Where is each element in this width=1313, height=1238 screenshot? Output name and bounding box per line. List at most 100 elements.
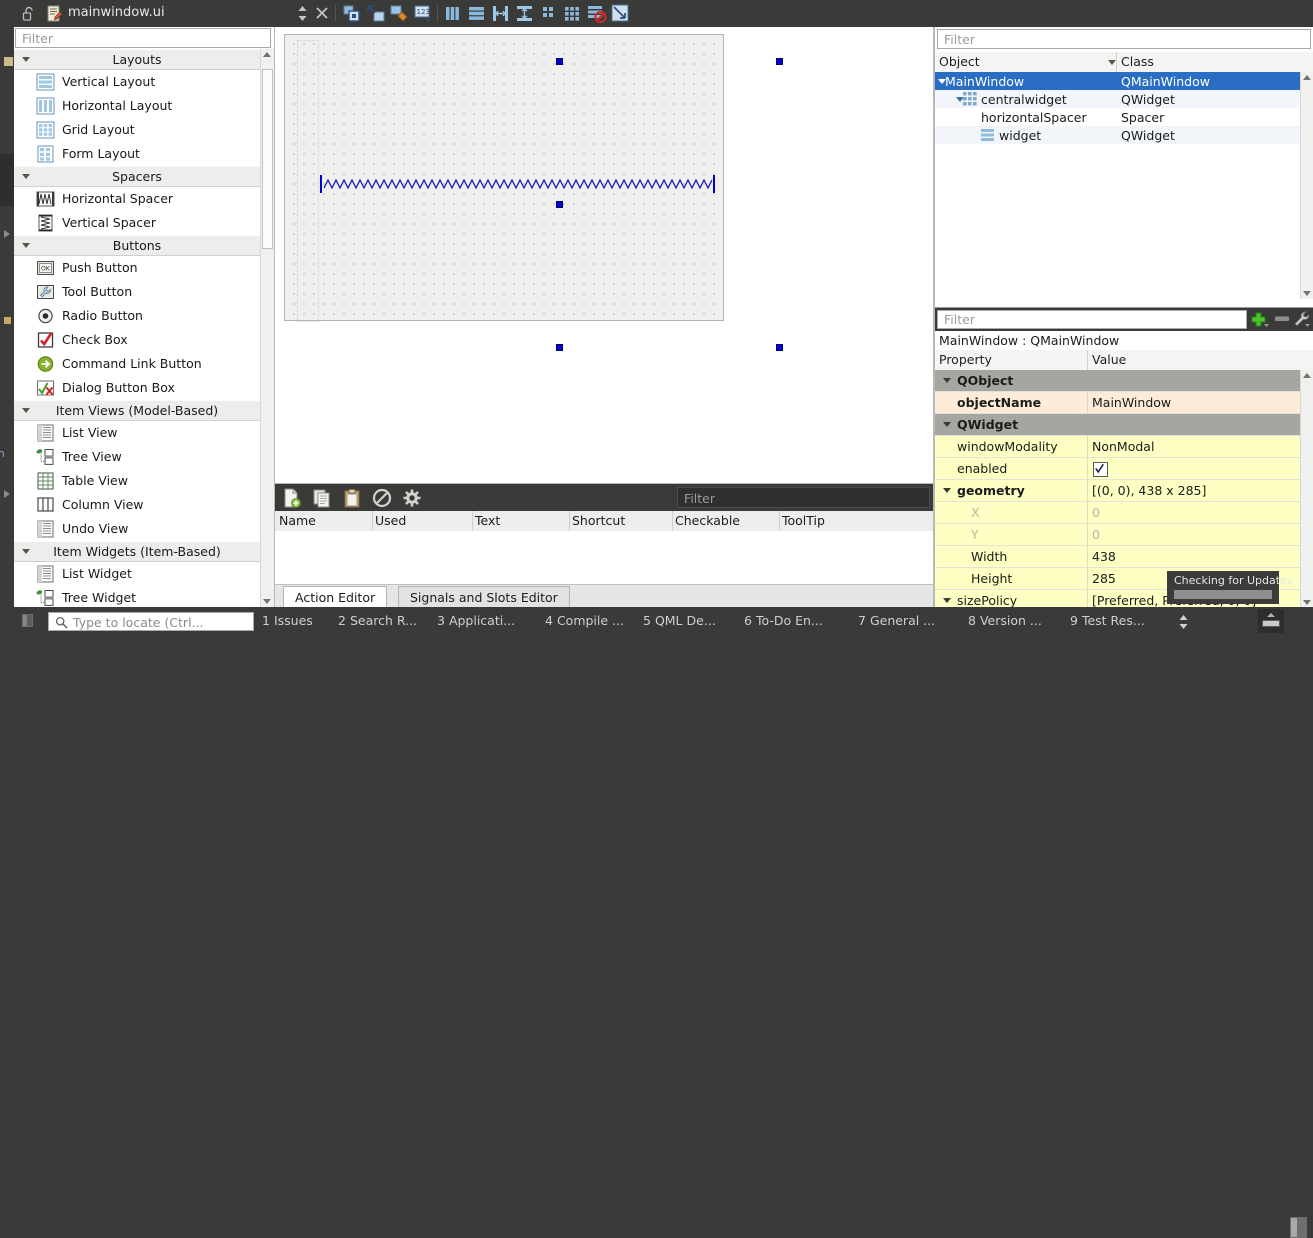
widget-item-tree-view[interactable]: Tree View [14,445,274,469]
output-tab-compile[interactable]: 4 Compile ... [545,613,624,628]
adjust-size-icon[interactable] [610,3,631,24]
strip-expand-arrow-2[interactable] [4,490,10,498]
break-layout-icon[interactable] [586,3,607,24]
widget-item-form-layout[interactable]: Form Layout [14,142,274,166]
widget-category-item-widgets-item-based[interactable]: Item Widgets (Item-Based) [14,541,274,562]
sort-descending-icon[interactable] [1108,60,1116,65]
object-row-centralwidget[interactable]: centralwidget QWidget [935,90,1301,108]
property-row-objectname[interactable]: objectName MainWindow [935,392,1301,414]
widget-item-horizontal-layout[interactable]: Horizontal Layout [14,94,274,118]
action-column-tooltip[interactable]: ToolTip [782,513,825,528]
edit-action-icon[interactable] [402,488,422,508]
scroll-down-arrow-icon[interactable] [1303,600,1311,605]
layout-splitter-horizontal-icon[interactable] [490,3,511,24]
widget-item-dialog-button-box[interactable]: Dialog Button Box [14,376,274,400]
widget-item-column-view[interactable]: Column View [14,493,274,517]
widget-box-list[interactable]: Layouts Vertical Layout Horizontal Layout G… [14,49,274,607]
layout-horizontal-icon[interactable] [442,3,463,24]
widget-item-undo-view[interactable]: Undo View [14,517,274,541]
resize-handle-top-left[interactable] [556,58,563,65]
output-tab-general[interactable]: 7 General ... [858,613,935,628]
property-filter[interactable]: Filter [937,310,1247,329]
widget-item-grid-layout[interactable]: Grid Layout [14,118,274,142]
value-column-header[interactable]: Value [1092,352,1126,367]
scrollbar-thumb[interactable] [262,69,273,249]
edit-widgets-icon[interactable]: 123 [413,3,434,24]
edit-signals-slots-icon[interactable] [389,3,410,24]
property-editor-scrollbar[interactable] [1300,370,1313,608]
resize-handle-bottom-left[interactable] [556,344,563,351]
column-divider[interactable] [472,511,473,531]
action-table-body[interactable] [275,531,934,561]
property-column-header[interactable]: Property [939,352,992,367]
layout-vertical-icon[interactable] [466,3,487,24]
property-row-qobject[interactable]: QObject [935,370,1301,392]
locator-input[interactable]: Type to locate (Ctrl... [48,612,254,631]
layout-form-icon[interactable] [538,3,559,24]
widget-item-vertical-spacer[interactable]: Vertical Spacer [14,211,274,235]
output-tab-version[interactable]: 8 Version ... [968,613,1042,628]
minus-icon[interactable] [1275,314,1291,324]
resize-handle-bottom-center[interactable] [776,344,783,351]
action-editor-filter[interactable]: Filter [677,487,930,508]
widget-item-tool-button[interactable]: Tool Button [14,280,274,304]
widget-category-item-views-model-based[interactable]: Item Views (Model-Based) [14,400,274,421]
object-row-mainwindow[interactable]: MainWindow QMainWindow [935,72,1301,90]
enabled-checkbox[interactable] [1093,462,1108,477]
object-inspector-tree[interactable]: MainWindow QMainWindow centralwidget QWidge… [935,72,1301,299]
object-inspector-filter[interactable]: Filter [937,29,1311,49]
widget-item-horizontal-spacer[interactable]: Horizontal Spacer [14,187,274,211]
scroll-down-arrow-icon[interactable] [263,599,271,604]
object-column-header[interactable]: Object [939,54,980,69]
widget-item-list-view[interactable]: List View [14,421,274,445]
horizontal-spacer-widget[interactable] [320,175,716,193]
column-divider[interactable] [672,511,673,531]
delete-action-icon[interactable] [372,488,392,508]
lock-open-icon[interactable] [22,6,36,21]
chevron-down-icon[interactable] [943,422,951,427]
property-row-geometry[interactable]: geometry [(0, 0), 438 x 285] [935,480,1301,502]
plus-icon[interactable] [1250,311,1271,328]
chevron-down-icon[interactable] [943,598,951,603]
property-row-enabled[interactable]: enabled [935,458,1301,480]
widget-category-spacers[interactable]: Spacers [14,166,274,187]
column-divider[interactable] [372,511,373,531]
widget-category-layouts[interactable]: Layouts [14,49,274,70]
chevron-down-icon[interactable] [943,488,951,493]
property-row-windowmodality[interactable]: windowModality NonModal [935,436,1301,458]
mainwindow-form[interactable] [284,34,724,322]
output-tab-applicati[interactable]: 3 Applicati... [437,613,515,628]
widget-item-table-view[interactable]: Table View [14,469,274,493]
scroll-up-arrow-icon[interactable] [1303,75,1311,80]
property-row-y[interactable]: Y0 [935,524,1301,546]
column-divider[interactable] [569,511,570,531]
widget-box-filter[interactable]: Filter [15,28,271,48]
layout-grid-icon[interactable] [562,3,583,24]
copy-icon[interactable] [312,488,332,508]
progress-details-button[interactable] [1258,609,1284,633]
object-row-horizontalspacer[interactable]: horizontalSpacer Spacer [935,108,1301,126]
property-value[interactable]: 285 [1092,571,1116,586]
tab-action-editor[interactable]: Action Editor [283,586,388,609]
action-column-name[interactable]: Name [279,513,316,528]
new-action-icon[interactable] [282,488,302,508]
scroll-down-arrow-icon[interactable] [1303,291,1311,296]
scroll-up-arrow-icon[interactable] [263,52,271,57]
bottom-editor-tabs[interactable]: Action Editor Signals and Slots Editor [275,584,934,609]
action-column-shortcut[interactable]: Shortcut [572,513,625,528]
form-canvas[interactable] [275,27,934,483]
chevron-down-icon[interactable] [943,378,951,383]
property-value[interactable]: 0 [1092,505,1100,520]
object-row-widget[interactable]: widget QWidget [935,126,1301,144]
paste-icon[interactable] [342,488,362,508]
widget-item-push-button[interactable]: OK Push Button [14,256,274,280]
object-inspector-scrollbar[interactable] [1300,72,1313,299]
property-row-x[interactable]: X0 [935,502,1301,524]
strip-expand-arrow-1[interactable] [4,230,10,238]
resize-handle-top-center[interactable] [776,58,783,65]
property-value[interactable]: 0 [1092,527,1100,542]
split-editor-icon[interactable] [296,5,309,22]
action-column-used[interactable]: Used [375,513,406,528]
output-pane-updown-icon[interactable] [1178,615,1189,629]
action-column-checkable[interactable]: Checkable [675,513,740,528]
